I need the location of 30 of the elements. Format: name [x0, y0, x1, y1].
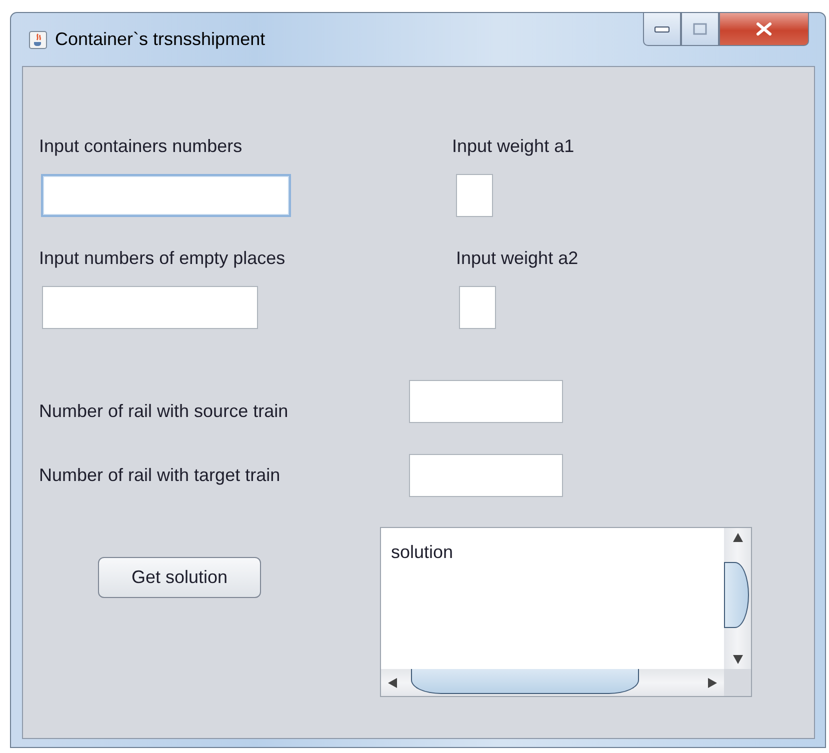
field-label: Input containers numbers [39, 135, 244, 157]
maximize-button[interactable] [681, 13, 719, 46]
scroll-thumb[interactable] [411, 669, 639, 694]
close-icon [755, 22, 773, 36]
minimize-button[interactable] [643, 13, 681, 46]
left-arrow-icon [387, 676, 398, 688]
vertical-scrollbar[interactable] [724, 528, 751, 669]
field-label: Input weight a1 [452, 135, 574, 157]
horizontal-scrollbar[interactable] [381, 669, 724, 696]
close-button[interactable] [719, 13, 809, 46]
minimize-icon [654, 25, 670, 33]
output-text: solution [381, 528, 724, 669]
up-arrow-icon [732, 532, 744, 543]
scroll-thumb[interactable] [724, 562, 749, 628]
field-label: Input numbers of empty places [39, 247, 286, 269]
field-label: Number of rail with source train [39, 400, 290, 422]
text-field[interactable] [409, 454, 563, 497]
window-title: Container`s trsnsshipment [55, 29, 266, 50]
right-arrow-icon [707, 676, 718, 688]
text-field[interactable] [409, 380, 563, 423]
field-label: Number of rail with target train [39, 464, 282, 486]
get-solution-button[interactable]: Get solution [98, 557, 261, 598]
maximize-icon [693, 23, 707, 35]
field-label: Input weight a2 [456, 247, 578, 269]
down-arrow-icon [732, 654, 744, 665]
text-field[interactable] [456, 174, 493, 217]
text-field[interactable] [42, 286, 258, 329]
text-field[interactable] [459, 286, 496, 329]
cup-icon [29, 30, 47, 48]
text-field[interactable] [41, 174, 291, 217]
